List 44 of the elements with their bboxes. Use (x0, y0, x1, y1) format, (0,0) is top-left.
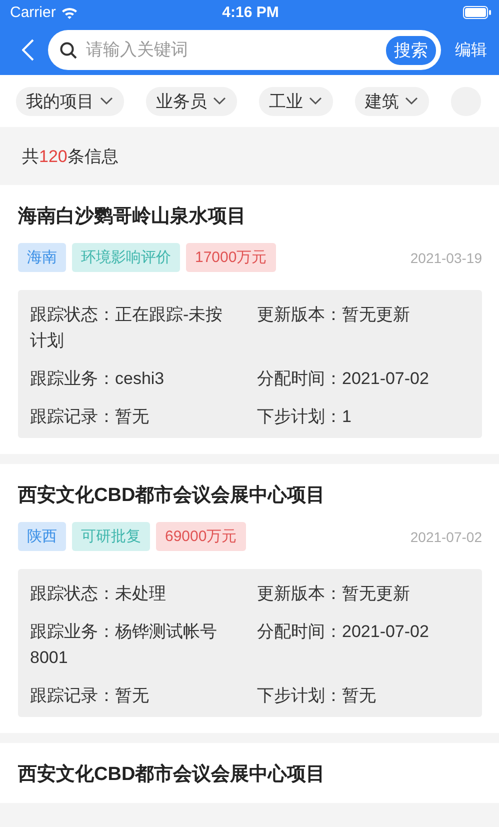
detail-field: 跟踪业务：杨铧测试帐号8001 (30, 619, 257, 671)
edit-button[interactable]: 编辑 (455, 40, 487, 60)
project-date: 2021-03-19 (410, 250, 482, 266)
project-card[interactable]: 西安文化CBD都市会议会展中心项目 (0, 743, 499, 803)
region-tag: 陕西 (18, 522, 66, 551)
filter-dropdown[interactable]: 建筑 (355, 86, 429, 116)
project-title: 西安文化CBD都市会议会展中心项目 (18, 762, 326, 787)
detail-field: 跟踪状态：未处理 (30, 581, 257, 607)
search-button[interactable]: 搜索 (386, 36, 436, 64)
project-date: 2021-07-02 (410, 528, 482, 544)
project-title: 海南白沙鹦哥岭山泉水项目 (18, 205, 247, 229)
detail-field: 跟踪记录：暂无 (30, 404, 257, 430)
chevron-down-icon (100, 97, 113, 105)
detail-field: 跟踪记录：暂无 (30, 683, 257, 709)
filter-dropdown[interactable]: 工业 (259, 86, 333, 116)
wifi-icon (60, 6, 78, 18)
detail-field: 下步计划：暂无 (257, 683, 470, 709)
chevron-down-icon (405, 97, 418, 105)
chevron-down-icon (213, 97, 226, 105)
amount-tag: 69000万元 (156, 522, 246, 551)
search-field[interactable]: 请输入关键词 搜索 (48, 30, 441, 70)
project-card[interactable]: 海南白沙鹦哥岭山泉水项目 海南 环境影响评价 17000万元 2021-03-19 跟踪状态：正在跟踪-未按计划 更新版本：暂无更新 跟踪业务：ceshi3 分配时间：2021-07-02 跟踪记录：暂无 下步计划：1 (0, 185, 499, 454)
carrier-label: Carrier (10, 4, 56, 21)
search-icon (60, 42, 77, 58)
battery-icon (462, 6, 491, 19)
chevron-down-icon (309, 97, 322, 105)
result-count: 共120条信息 (22, 146, 118, 168)
region-tag: 海南 (18, 243, 66, 272)
filter-dropdown[interactable]: 业务员 (146, 86, 237, 116)
back-icon[interactable] (22, 39, 34, 61)
detail-field: 分配时间：2021-07-02 (257, 619, 470, 671)
detail-field: 跟踪业务：ceshi3 (30, 366, 257, 392)
detail-field: 更新版本：暂无更新 (257, 581, 470, 607)
detail-field: 下步计划：1 (257, 404, 470, 430)
project-title: 西安文化CBD都市会议会展中心项目 (18, 484, 326, 508)
filter-dropdown[interactable]: 我的项目 (16, 86, 124, 116)
detail-field: 跟踪状态：正在跟踪-未按计划 (30, 302, 257, 354)
status-time: 4:16 PM (222, 4, 279, 21)
type-tag: 可研批复 (72, 522, 150, 551)
type-tag: 环境影响评价 (72, 243, 180, 272)
project-card[interactable]: 西安文化CBD都市会议会展中心项目 陕西 可研批复 69000万元 2021-07-02 跟踪状态：未处理 更新版本：暂无更新 跟踪业务：杨铧测试帐号8001 分配时间：2021-07-02 跟踪记录：暂无 下步计划：暂无 (0, 464, 499, 733)
detail-field: 更新版本：暂无更新 (257, 302, 470, 354)
detail-field: 分配时间：2021-07-02 (257, 366, 470, 392)
amount-tag: 17000万元 (186, 243, 276, 272)
